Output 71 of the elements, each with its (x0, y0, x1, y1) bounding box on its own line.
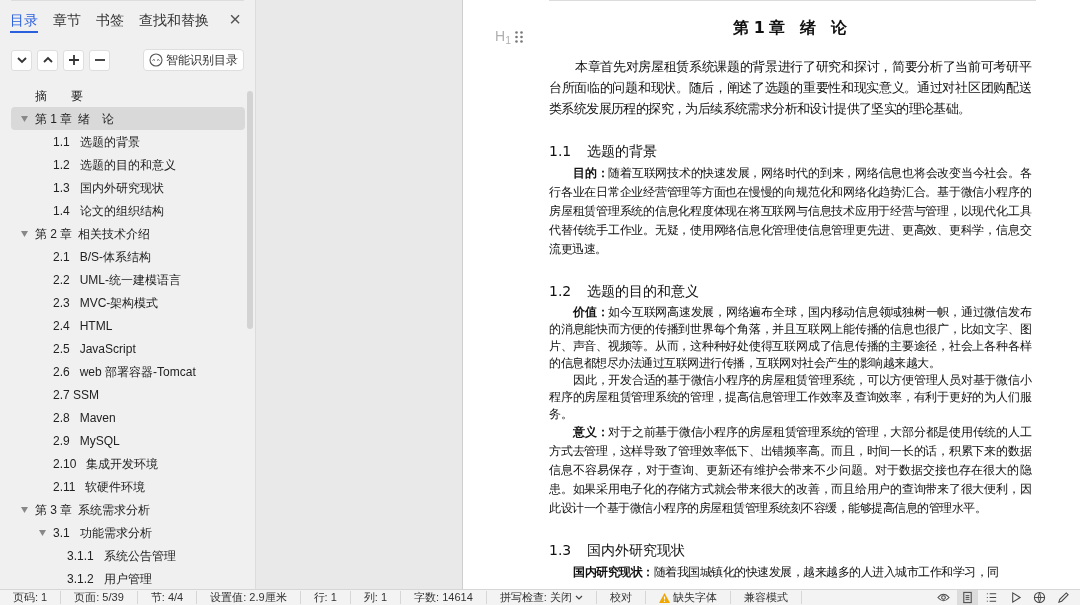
expand-caret-icon[interactable] (21, 230, 28, 237)
section-heading: 选题的背景 (587, 142, 658, 161)
drag-handle-icon[interactable] (514, 30, 523, 43)
toc-item[interactable]: 1.3 国内外研究现状 (11, 176, 245, 199)
toc-item[interactable]: 3.1 功能需求分析 (11, 521, 245, 544)
toc-item[interactable]: 3.1.2 用户管理 (11, 567, 245, 590)
status-text: 行: 1 (300, 591, 351, 604)
toc-item[interactable]: 2.5 JavaScript (11, 337, 245, 360)
section-number: 1.3 (549, 541, 572, 560)
spellcheck-dropdown[interactable]: 拼写检查: 关闭 (486, 591, 597, 604)
scrollbar-thumb[interactable] (247, 91, 253, 329)
caret-icon (574, 594, 583, 601)
section-number: 1.1 (549, 142, 572, 161)
paragraph: 因此，开发合适的基于微信小程序的房屋租赁管理系统，可以方便管理人员对基于微信小程序的房屋租赁管理系统的管理，提高信息管理工作效率及查询效率，有利于更好的为人们服务。 (549, 372, 1031, 423)
view-button[interactable] (957, 590, 978, 605)
paragraph: 价值：如今互联网高速发展，网络遍布全球，国内移动信息领域独树一帜，通过微信发布的消息能快而方便的传播到世界每个角落，并且互联网上能传播的信息也很广，比如文字、图片、声音、视频等。从而，这种种好处使得互联网成了信息传播的主要途径，社会上各种各样的信息都想尽办法通过互联网进行传播，互联网对社会产生的影响越来越大。 (549, 304, 1031, 372)
paragraph: 目的：随着互联网技术的快速发展，网络时代的到来，网络信息也将会改变当今社会。各行各业在日常企业经营管理等方面也在慢慢的向规范化和网络化趋势汇合。基于微信小程序的房屋租赁管理系统的信息化程度体现在将互联网与信息技术应用于经营与管理，以现代化工具代替传统手工作业。无疑，使用网络信息化管理使信息管理更先进、更高效、更科学，信息交流更迅速。 (549, 165, 1031, 258)
section-heading: 国内外研究现状 (587, 541, 686, 560)
collapse-down-button[interactable] (11, 49, 32, 71)
toc-item[interactable]: 2.1 B/S-体系结构 (11, 245, 245, 268)
page-icon (961, 591, 974, 604)
missing-font-button[interactable]: 缺失字体 (645, 591, 731, 604)
toc-item[interactable]: 3.1.1 系统公告管理 (11, 544, 245, 567)
minus-button[interactable] (89, 49, 110, 71)
toc-item[interactable]: 第 3 章 系统需求分析 (11, 498, 245, 521)
status-text: 设置值: 2.9厘米 (197, 591, 301, 604)
toc-item[interactable]: 1.2 选题的目的和意义 (11, 153, 245, 176)
paragraph: 意义：对于之前基于微信小程序的房屋租赁管理系统的管理，大部分都是使用传统的人工方式去管理，这样导致了管理效率低下、出错频率高。而且，时间一长的话，积累下来的数据信息不容易保存，对于查询、更新还有维护会带来不少问题。对于数据交接也存在很大的隐患。如果采用电子化的存储方式就会带来很大的改善，而且给用户的查询带来了很大便利，因此设计一个基于微信小程序的房屋租赁管理系统刻不容缓，能够提高信息的管理水平。 (549, 424, 1031, 517)
status-text: 节: 4/4 (137, 591, 198, 604)
close-button[interactable]: × (229, 9, 241, 29)
play-icon (1009, 591, 1022, 604)
status-text: 页码: 1 (0, 591, 62, 604)
eye-icon (937, 591, 950, 604)
smart-toc-button[interactable]: 智能识别目录 (143, 49, 244, 71)
toc-item[interactable]: 1.4 论文的组织结构 (11, 199, 245, 222)
sidebar-tab[interactable]: 章节 (53, 11, 81, 33)
expand-caret-icon[interactable] (39, 529, 46, 536)
status-text: 列: 1 (350, 591, 402, 604)
section-number: 1.2 (549, 282, 572, 301)
status-text: 字数: 14614 (401, 591, 487, 604)
pen-icon (1057, 591, 1070, 604)
section-heading: 选题的目的和意义 (587, 282, 700, 301)
paragraph: 国内研究现状：随着我国城镇化的快速发展，越来越多的人进入城市工作和学习，同 (572, 564, 1000, 581)
sidebar-tab[interactable]: 目录 (10, 11, 38, 33)
plus-icon (66, 53, 81, 67)
toc-item[interactable]: 2.7 SSM (11, 383, 245, 406)
toc-item[interactable]: 2.3 MVC-架构模式 (11, 291, 245, 314)
toc-item[interactable]: 摘 要 (11, 84, 245, 107)
toc-item[interactable]: 2.8 Maven (11, 406, 245, 429)
chapter-title: 第 1 章 绪 论 (732, 17, 848, 39)
list-icon (985, 591, 998, 604)
sidebar-tab[interactable]: 书签 (96, 11, 124, 33)
toc-item[interactable]: 第 2 章 相关技术介绍 (11, 222, 245, 245)
toc-item[interactable]: 2.9 MySQL (11, 429, 245, 452)
toc-item[interactable]: 第 1 章 绪 论 (11, 107, 245, 130)
status-text: 校对 (596, 591, 646, 604)
toc-item[interactable]: 2.10 集成开发环境 (11, 452, 245, 475)
expand-caret-icon[interactable] (21, 506, 28, 513)
toc-item[interactable]: 2.6 web 部署容器-Tomcat (11, 360, 245, 383)
toc-item[interactable]: 2.11 软硬件环境 (11, 475, 245, 498)
paragraph: 本章首先对房屋租赁系统课题的背景进行了研究和探讨，简要分析了当前可考研平台所面临的问题和现状。随后，阐述了选题的重要性和现实意义。通过对社区团购配送类系统发展历程的探究，为后续系统需求分析和设计提供了坚实的理论基础。 (549, 58, 1031, 118)
status-text: 页面: 5/39 (61, 591, 138, 604)
status-text: 兼容模式 (730, 591, 802, 604)
sidebar-tab[interactable]: 查找和替换 (139, 11, 209, 33)
globe-icon (1033, 591, 1046, 604)
toc-item[interactable]: 2.2 UML-统一建模语言 (11, 268, 245, 291)
toc-item[interactable]: 1.1 选题的背景 (11, 130, 245, 153)
smart-face-icon (149, 53, 163, 67)
plus-button[interactable] (63, 49, 84, 71)
expand-up-button[interactable] (37, 49, 58, 71)
toc-item[interactable]: 2.4 HTML (11, 314, 245, 337)
